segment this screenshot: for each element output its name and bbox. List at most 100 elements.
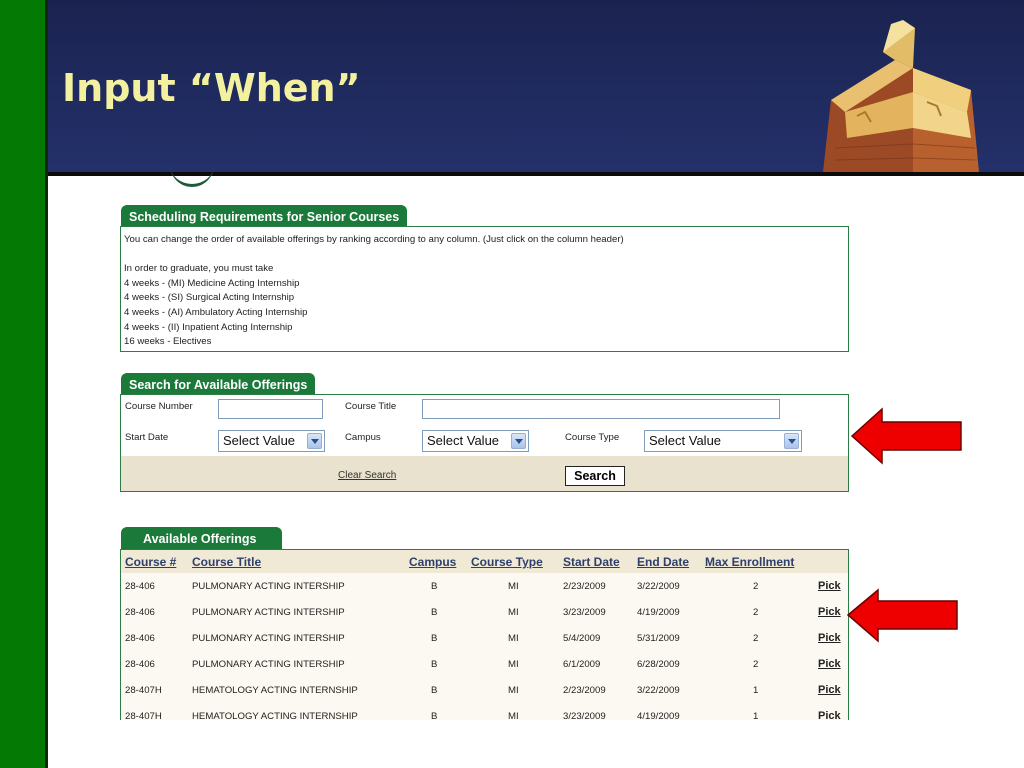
col-course-type[interactable]: Course Type [471,555,543,569]
start-date-label: Start Date [125,432,169,443]
cell-start-date: 2/23/2009 [563,581,606,592]
course-type-label: Course Type [565,432,620,443]
campus-value: Select Value [427,433,500,448]
cell-start-date: 6/1/2009 [563,659,601,670]
cell-max-enrollment: 1 [753,685,759,696]
cell-course-title: PULMONARY ACTING INTERSHIP [192,581,345,592]
cell-start-date: 2/23/2009 [563,685,606,696]
table-header: Course # Course Title Campus Course Type… [121,550,848,573]
table-row: 28-407H HEMATOLOGY ACTING INTERNSHIP B M… [121,677,848,703]
start-date-value: Select Value [223,433,296,448]
left-accent-bar [0,0,48,768]
table-row: 28-406 PULMONARY ACTING INTERSHIP B MI 2… [121,573,848,599]
cell-campus: B [431,607,438,618]
cell-campus: B [431,711,438,720]
cell-end-date: 6/28/2009 [637,659,680,670]
cell-course-number: 28-406 [125,607,155,618]
requirements-intro: You can change the order of available of… [124,234,624,245]
offerings-table: Course # Course Title Campus Course Type… [120,549,849,720]
slide-title: Input “When” [62,66,361,110]
requirements-tab: Scheduling Requirements for Senior Cours… [121,205,408,228]
requirement-item: 4 weeks - (AI) Ambulatory Acting Interns… [124,306,308,318]
pick-link[interactable]: Pick [818,710,841,720]
cell-max-enrollment: 1 [753,711,759,720]
search-button[interactable]: Search [565,466,625,486]
cell-campus: B [431,581,438,592]
cell-campus: B [431,685,438,696]
search-footer [121,456,848,491]
course-type-select[interactable]: Select Value [644,430,802,452]
requirement-item: 4 weeks - (MI) Medicine Acting Internshi… [124,277,300,289]
cell-start-date: 3/23/2009 [563,607,606,618]
chevron-down-icon[interactable] [784,433,799,449]
requirements-text: You can change the order of available of… [124,233,844,350]
col-end-date[interactable]: End Date [637,555,689,569]
cell-course-type: MI [508,685,519,696]
col-course-number[interactable]: Course # [125,555,176,569]
cell-course-title: HEMATOLOGY ACTING INTERNSHIP [192,685,358,696]
cell-course-title: PULMONARY ACTING INTERSHIP [192,659,345,670]
chevron-down-icon[interactable] [511,433,526,449]
cell-end-date: 3/22/2009 [637,581,680,592]
cell-end-date: 4/19/2009 [637,711,680,720]
cell-course-type: MI [508,607,519,618]
cell-max-enrollment: 2 [753,659,759,670]
search-tab: Search for Available Offerings [121,373,316,396]
cell-max-enrollment: 2 [753,581,759,592]
col-max-enrollment[interactable]: Max Enrollment [705,555,794,569]
cell-end-date: 4/19/2009 [637,607,680,618]
cell-course-number: 28-407H [125,711,162,720]
cell-course-type: MI [508,711,519,720]
clear-search-link[interactable]: Clear Search [338,470,396,481]
cell-max-enrollment: 2 [753,633,759,644]
course-title-label: Course Title [345,401,397,412]
course-number-input[interactable] [218,399,323,419]
chevron-down-icon[interactable] [307,433,322,449]
pick-link[interactable]: Pick [818,606,841,618]
table-row: 28-407H HEMATOLOGY ACTING INTERNSHIP B M… [121,703,848,720]
cell-course-type: MI [508,581,519,592]
red-arrow-icon [846,588,958,643]
course-type-value: Select Value [649,433,722,448]
cell-max-enrollment: 2 [753,607,759,618]
table-row: 28-406 PULMONARY ACTING INTERSHIP B MI 5… [121,625,848,651]
col-campus[interactable]: Campus [409,555,456,569]
cell-end-date: 5/31/2009 [637,633,680,644]
cell-course-number: 28-406 [125,581,155,592]
table-row: 28-406 PULMONARY ACTING INTERSHIP B MI 3… [121,599,848,625]
cell-campus: B [431,659,438,670]
cell-course-title: HEMATOLOGY ACTING INTERNSHIP [192,711,358,720]
col-course-title[interactable]: Course Title [192,555,261,569]
offerings-tab: Available Offerings [121,527,283,550]
campus-label: Campus [345,432,381,443]
cell-course-number: 28-406 [125,659,155,670]
cell-course-number: 28-407H [125,685,162,696]
decorative-arc [170,164,214,187]
cell-start-date: 3/23/2009 [563,711,606,720]
campus-select[interactable]: Select Value [422,430,529,452]
requirement-item: 4 weeks - (SI) Surgical Acting Internshi… [124,292,295,304]
requirement-item: 16 weeks - Electives [124,336,212,348]
pick-link[interactable]: Pick [818,658,841,670]
course-number-label: Course Number [125,401,193,412]
clock-tower-image [823,20,979,172]
cell-campus: B [431,633,438,644]
cell-course-title: PULMONARY ACTING INTERSHIP [192,633,345,644]
pick-link[interactable]: Pick [818,632,841,644]
cell-course-number: 28-406 [125,633,155,644]
cell-end-date: 3/22/2009 [637,685,680,696]
start-date-select[interactable]: Select Value [218,430,325,452]
cell-start-date: 5/4/2009 [563,633,601,644]
requirement-item: 4 weeks - (II) Inpatient Acting Internsh… [124,321,293,333]
graduate-line: In order to graduate, you must take [124,263,274,275]
cell-course-type: MI [508,659,519,670]
col-start-date[interactable]: Start Date [563,555,620,569]
pick-link[interactable]: Pick [818,580,841,592]
table-row: 28-406 PULMONARY ACTING INTERSHIP B MI 6… [121,651,848,677]
red-arrow-icon [850,407,962,465]
course-title-input[interactable] [422,399,780,419]
pick-link[interactable]: Pick [818,684,841,696]
cell-course-type: MI [508,633,519,644]
cell-course-title: PULMONARY ACTING INTERSHIP [192,607,345,618]
